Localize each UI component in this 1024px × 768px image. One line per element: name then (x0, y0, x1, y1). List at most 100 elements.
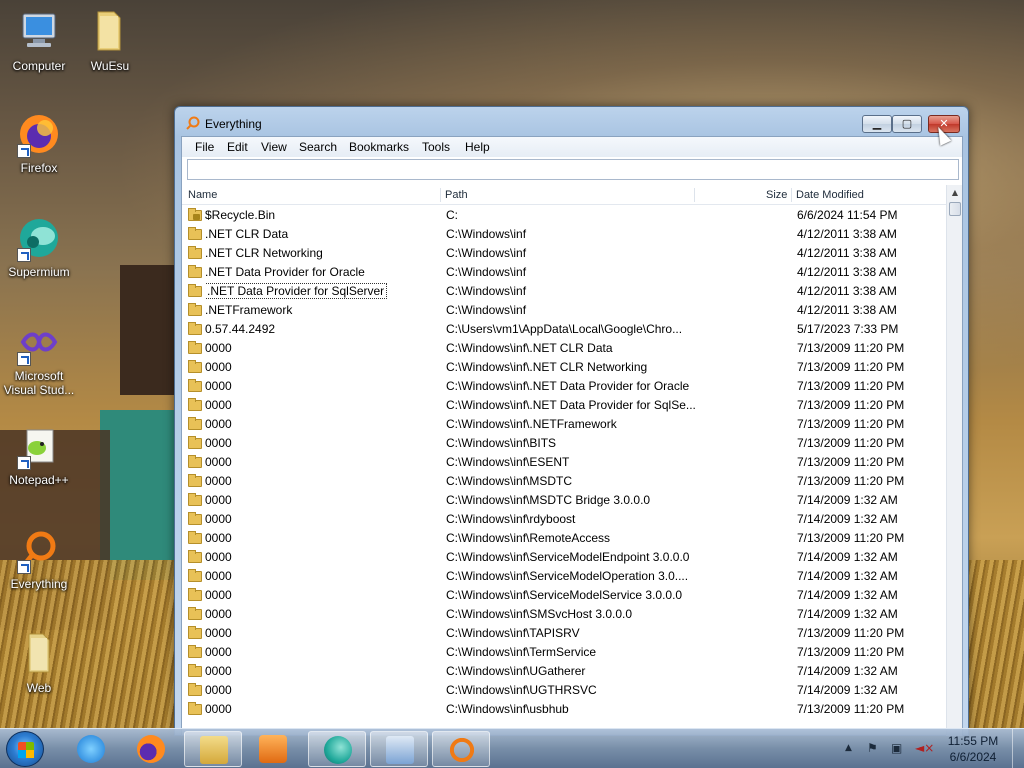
table-row[interactable]: .NET CLR Data C:\Windows\inf 4/12/2011 3:3… (182, 225, 946, 244)
control-panel-icon (386, 736, 414, 764)
desktop-icon-web[interactable]: Web (1, 630, 77, 695)
table-row[interactable]: 0000 C:\Windows\inf\rdyboost 7/14/2009 1:3… (182, 510, 946, 529)
column-header-size[interactable]: Size (766, 185, 787, 205)
folder-icon (188, 493, 202, 506)
table-row[interactable]: 0000 C:\Windows\inf\BITS 7/13/2009 11:20 P… (182, 434, 946, 453)
desktop-icon-computer[interactable]: Computer (1, 8, 77, 73)
folder-icon (188, 531, 202, 544)
table-row[interactable]: 0000 C:\Windows\inf\.NET Data Provider fo… (182, 377, 946, 396)
table-row[interactable]: 0000 C:\Windows\inf\SMSvcHost 3.0.0.0 7/14… (182, 605, 946, 624)
folder-icon (188, 341, 202, 354)
folder-icon (188, 550, 202, 563)
maximize-button[interactable]: ▢ (892, 115, 922, 133)
folder-icon (188, 417, 202, 430)
menu-bookmarks[interactable]: Bookmarks (345, 139, 413, 155)
row-name-text: .NET Data Provider for SqlServer (205, 283, 388, 299)
table-row[interactable]: 0000 C:\Windows\inf\ESENT 7/13/2009 11:20 … (182, 453, 946, 472)
taskbar-firefox[interactable] (122, 731, 180, 767)
table-row[interactable]: 0000 C:\Windows\inf\MSDTC Bridge 3.0.0.0 7… (182, 491, 946, 510)
scroll-up-icon[interactable]: ▲ (947, 185, 963, 201)
column-header-path[interactable]: Path (445, 185, 468, 205)
folder-icon (188, 360, 202, 373)
folder-icon (188, 455, 202, 468)
row-name: 0000 (205, 662, 440, 681)
everything-icon (448, 736, 476, 764)
desktop-icon-firefox[interactable]: Firefox (1, 110, 77, 175)
vertical-scrollbar[interactable]: ▲ (946, 185, 962, 736)
network-icon[interactable]: ▣ (891, 741, 902, 755)
row-date-modified: 7/13/2009 11:20 PM (797, 474, 905, 488)
results-list[interactable]: $Recycle.Bin C: 6/6/2024 11:54 PM .NET CLR … (182, 206, 946, 737)
table-row[interactable]: 0000 C:\Windows\inf\.NETFramework 7/13/200… (182, 415, 946, 434)
desktop-icon-visual-studio[interactable]: Microsoft Visual Stud... (1, 318, 77, 397)
table-row[interactable]: 0000 C:\Windows\inf\UGatherer 7/14/2009 1:… (182, 662, 946, 681)
show-hidden-icons-icon[interactable]: ▲ (845, 743, 852, 753)
row-name-text: 0000 (205, 455, 232, 469)
taskbar-control-panel[interactable] (370, 731, 428, 767)
search-input[interactable] (187, 159, 959, 180)
row-name-text: 0.57.44.2492 (205, 322, 276, 336)
row-name-text: 0000 (205, 664, 232, 678)
row-path: C:\Windows\inf\SMSvcHost 3.0.0.0 (446, 607, 633, 621)
taskbar-supermium[interactable] (308, 731, 366, 767)
taskbar-ie[interactable] (62, 731, 120, 767)
table-row[interactable]: 0000 C:\Windows\inf\TermService 7/13/2009 … (182, 643, 946, 662)
row-date-modified: 4/12/2011 3:38 AM (797, 227, 897, 241)
scrollbar-thumb[interactable] (949, 202, 961, 216)
table-row[interactable]: 0000 C:\Windows\inf\ServiceModelEndpoint … (182, 548, 946, 567)
volume-muted-icon[interactable]: ◄× (915, 741, 934, 755)
table-row[interactable]: 0000 C:\Windows\inf\ServiceModelService 3… (182, 586, 946, 605)
column-divider[interactable] (440, 188, 441, 202)
table-row[interactable]: .NETFramework C:\Windows\inf 4/12/2011 3:3… (182, 301, 946, 320)
menu-file[interactable]: File (191, 139, 218, 155)
menu-edit[interactable]: Edit (223, 139, 252, 155)
column-divider[interactable] (694, 188, 695, 202)
column-header-date-modified[interactable]: Date Modified (796, 185, 864, 205)
desktop-icon-wuesu[interactable]: WuEsu (72, 8, 148, 73)
row-name-text: 0000 (205, 436, 232, 450)
table-row[interactable]: $Recycle.Bin C: 6/6/2024 11:54 PM (182, 206, 946, 225)
table-row[interactable]: 0000 C:\Windows\inf\UGTHRSVC 7/14/2009 1:3… (182, 681, 946, 700)
start-button[interactable] (6, 731, 44, 767)
table-row[interactable]: .NET CLR Networking C:\Windows\inf 4/12/20… (182, 244, 946, 263)
row-path: C:\Windows\inf\RemoteAccess (446, 531, 611, 545)
menu-help[interactable]: Help (461, 139, 494, 155)
row-name-text: 0000 (205, 569, 232, 583)
menu-view[interactable]: View (257, 139, 291, 155)
table-row[interactable]: 0000 C:\Windows\inf\ServiceModelOperation… (182, 567, 946, 586)
supermium-icon (15, 214, 63, 262)
row-name: .NET Data Provider for SqlServer (205, 282, 440, 301)
table-row[interactable]: 0.57.44.2492 C:\Users\vm1\AppData\Local\G… (182, 320, 946, 339)
action-center-flag-icon[interactable]: ⚑ (867, 741, 878, 755)
table-row[interactable]: 0000 C:\Windows\inf\TAPISRV 7/13/2009 11:2… (182, 624, 946, 643)
table-row[interactable]: 0000 C:\Windows\inf\usbhub 7/13/2009 11:20… (182, 700, 946, 719)
table-row[interactable]: .NET Data Provider for SqlServer C:\Windo… (182, 282, 946, 301)
taskbar-media-player[interactable] (244, 731, 302, 767)
table-row[interactable]: .NET Data Provider for Oracle C:\Windows\… (182, 263, 946, 282)
title-bar[interactable]: Everything ▁ ▢ ✕ (175, 107, 968, 139)
lock-icon (193, 214, 200, 220)
show-desktop-button[interactable] (1012, 729, 1024, 768)
table-row[interactable]: 0000 C:\Windows\inf\.NET CLR Networking 7/… (182, 358, 946, 377)
row-name-text: 0000 (205, 702, 232, 716)
menu-tools[interactable]: Tools (418, 139, 454, 155)
taskbar-everything[interactable] (432, 731, 490, 767)
row-name-text: 0000 (205, 379, 232, 393)
desktop-icon-supermium[interactable]: Supermium (1, 214, 77, 279)
row-date-modified: 7/13/2009 11:20 PM (797, 626, 905, 640)
desktop-icon-everything[interactable]: Everything (1, 526, 77, 591)
table-row[interactable]: 0000 C:\Windows\inf\.NET CLR Data 7/13/200… (182, 339, 946, 358)
minimize-button[interactable]: ▁ (862, 115, 892, 133)
clock[interactable]: 11:55 PM 6/6/2024 (940, 733, 1006, 765)
column-divider[interactable] (791, 188, 792, 202)
row-date-modified: 7/13/2009 11:20 PM (797, 417, 905, 431)
everything-icon (15, 526, 63, 574)
table-row[interactable]: 0000 C:\Windows\inf\RemoteAccess 7/13/2009… (182, 529, 946, 548)
taskbar-explorer[interactable] (184, 731, 242, 767)
row-name: 0000 (205, 624, 440, 643)
table-row[interactable]: 0000 C:\Windows\inf\MSDTC 7/13/2009 11:20 … (182, 472, 946, 491)
column-header-name[interactable]: Name (188, 185, 217, 205)
menu-search[interactable]: Search (295, 139, 341, 155)
table-row[interactable]: 0000 C:\Windows\inf\.NET Data Provider fo… (182, 396, 946, 415)
desktop-icon-notepadpp[interactable]: Notepad++ (1, 422, 77, 487)
